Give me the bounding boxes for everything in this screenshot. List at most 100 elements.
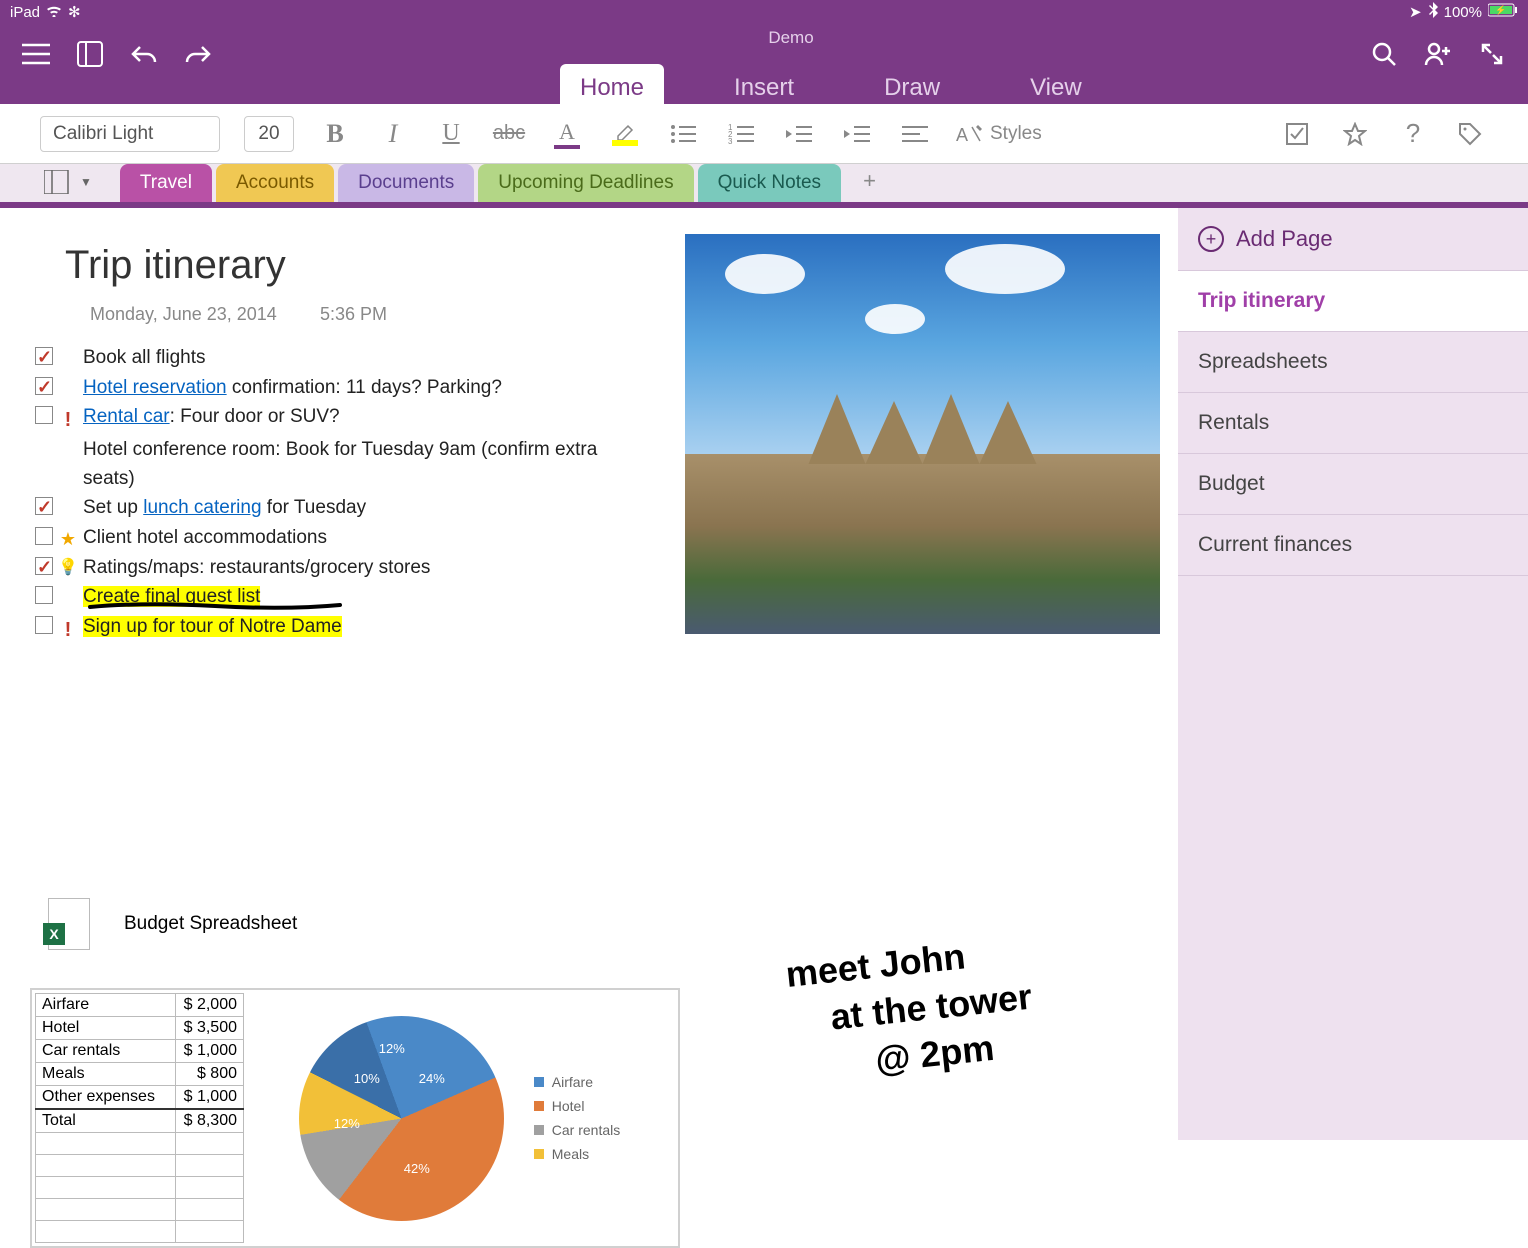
pie-slice-label: 10% xyxy=(354,1071,380,1086)
align-button[interactable] xyxy=(898,117,932,151)
add-page-label: Add Page xyxy=(1236,226,1333,252)
todo-text[interactable]: Set up lunch catering for Tuesday xyxy=(83,494,635,523)
legend-item: Meals xyxy=(534,1146,620,1162)
todo-row: ★ Client hotel accommodations xyxy=(35,524,635,553)
font-family-select[interactable]: Calibri Light xyxy=(40,116,220,152)
table-cell: Car rentals xyxy=(36,1040,176,1063)
note-canvas[interactable]: Trip itinerary Monday, June 23, 2014 5:3… xyxy=(0,208,1178,1140)
star-tag-icon: ★ xyxy=(60,526,76,553)
todo-text[interactable]: Hotel reservation confirmation: 11 days?… xyxy=(83,374,635,403)
highlight-button[interactable] xyxy=(608,117,642,151)
add-section-button[interactable]: + xyxy=(845,160,894,202)
link[interactable]: Rental car xyxy=(83,406,170,427)
search-icon[interactable] xyxy=(1368,38,1400,70)
svg-text:⚡: ⚡ xyxy=(1495,4,1506,16)
font-color-button[interactable]: A xyxy=(550,117,584,151)
todo-row: Set up lunch catering for Tuesday xyxy=(35,494,635,523)
page-item[interactable]: Rentals xyxy=(1178,393,1528,454)
important-tag-icon: ! xyxy=(65,615,72,645)
strike-button[interactable]: abc xyxy=(492,117,526,151)
pie-slice-label: 42% xyxy=(404,1161,430,1176)
styles-button[interactable]: AStyles xyxy=(956,117,1042,151)
todo-text[interactable]: Ratings/maps: restaurants/grocery stores xyxy=(83,554,635,583)
wifi-icon xyxy=(46,4,62,21)
todo-checkbox[interactable] xyxy=(35,616,53,634)
table-cell: Other expenses xyxy=(36,1086,176,1110)
page-item[interactable]: Trip itinerary xyxy=(1178,271,1528,332)
todo-checkbox[interactable] xyxy=(35,497,53,515)
section-tab-accounts[interactable]: Accounts xyxy=(216,164,334,202)
ribbon-tab-home[interactable]: Home xyxy=(560,64,664,112)
table-cell: Hotel xyxy=(36,1017,176,1040)
fullscreen-icon[interactable] xyxy=(1476,38,1508,70)
ink-handwriting: meet Johnat the tower@ 2pm xyxy=(784,915,1157,1092)
star-tag-button[interactable] xyxy=(1338,117,1372,151)
redo-icon[interactable] xyxy=(182,38,214,70)
embedded-spreadsheet[interactable]: Airfare$ 2,000Hotel$ 3,500Car rentals$ 1… xyxy=(30,988,680,1248)
todo-text[interactable]: Hotel conference room: Book for Tuesday … xyxy=(83,436,635,493)
todo-row: !Rental car: Four door or SUV? xyxy=(35,403,635,435)
note-time: 5:36 PM xyxy=(320,304,387,325)
legend-item: Airfare xyxy=(534,1074,620,1090)
todo-row: Book all flights xyxy=(35,344,635,373)
todo-checkbox[interactable] xyxy=(35,406,53,424)
table-cell: $ 1,000 xyxy=(176,1040,244,1063)
ribbon-tab-draw[interactable]: Draw xyxy=(864,64,960,112)
home-toolbar: Calibri Light 20 B I U abc A 123 AStyles… xyxy=(0,104,1528,164)
add-page-button[interactable]: + Add Page xyxy=(1178,208,1528,271)
excel-icon xyxy=(48,898,90,950)
todo-checkbox[interactable] xyxy=(35,557,53,575)
legend-item: Car rentals xyxy=(534,1122,620,1138)
todo-checkbox[interactable] xyxy=(35,586,53,604)
todo-text[interactable]: Client hotel accommodations xyxy=(83,524,635,553)
page-item[interactable]: Current finances xyxy=(1178,515,1528,576)
chart-legend: Airfare Hotel Car rentals Meals xyxy=(534,1066,620,1170)
todo-tag-button[interactable] xyxy=(1280,117,1314,151)
legend-item: Hotel xyxy=(534,1098,620,1114)
italic-button[interactable]: I xyxy=(376,117,410,151)
share-user-icon[interactable] xyxy=(1422,38,1454,70)
panel-icon[interactable] xyxy=(74,38,106,70)
page-item[interactable]: Budget xyxy=(1178,454,1528,515)
question-tag-button[interactable]: ? xyxy=(1396,117,1430,151)
font-size-select[interactable]: 20 xyxy=(244,116,294,152)
section-tab-deadlines[interactable]: Upcoming Deadlines xyxy=(478,164,693,202)
section-tab-documents[interactable]: Documents xyxy=(338,164,474,202)
bluetooth-icon xyxy=(1428,2,1438,22)
inserted-image[interactable] xyxy=(685,234,1160,634)
todo-text[interactable]: Sign up for tour of Notre Dame xyxy=(83,613,635,642)
page-item[interactable]: Spreadsheets xyxy=(1178,332,1528,393)
undo-icon[interactable] xyxy=(128,38,160,70)
pie-slice-label: 12% xyxy=(334,1116,360,1131)
link[interactable]: Hotel reservation xyxy=(83,377,227,398)
ribbon-tab-insert[interactable]: Insert xyxy=(714,64,814,112)
todo-checkbox[interactable] xyxy=(35,347,53,365)
bullets-button[interactable] xyxy=(666,117,700,151)
location-icon: ➤ xyxy=(1409,3,1422,21)
todo-checkbox[interactable] xyxy=(35,377,53,395)
bold-button[interactable]: B xyxy=(318,117,352,151)
note-title[interactable]: Trip itinerary xyxy=(65,243,286,288)
todo-checkbox[interactable] xyxy=(35,527,53,545)
outdent-button[interactable] xyxy=(782,117,816,151)
numbering-button[interactable]: 123 xyxy=(724,117,758,151)
indent-button[interactable] xyxy=(840,117,874,151)
table-cell: $ 8,300 xyxy=(176,1109,244,1133)
todo-row: Hotel reservation confirmation: 11 days?… xyxy=(35,374,635,403)
ribbon-tab-view[interactable]: View xyxy=(1010,64,1102,112)
table-cell: Total xyxy=(36,1109,176,1133)
file-attachment[interactable]: Budget Spreadsheet xyxy=(48,898,297,950)
todo-text[interactable]: Book all flights xyxy=(83,344,635,373)
idea-tag-icon: 💡 xyxy=(58,556,78,580)
tags-button[interactable] xyxy=(1454,117,1488,151)
menu-icon[interactable] xyxy=(20,38,52,70)
section-tab-quicknotes[interactable]: Quick Notes xyxy=(698,164,841,202)
svg-text:A: A xyxy=(956,125,968,145)
app-header: Demo Home Insert Draw View xyxy=(0,24,1528,104)
todo-text[interactable]: Rental car: Four door or SUV? xyxy=(83,403,635,432)
notebook-selector[interactable]: ▼ xyxy=(30,162,106,202)
section-tab-travel[interactable]: Travel xyxy=(120,164,212,202)
underline-button[interactable]: U xyxy=(434,117,468,151)
pages-panel: + Add Page Trip itinerarySpreadsheetsRen… xyxy=(1178,208,1528,1140)
link[interactable]: lunch catering xyxy=(143,497,261,518)
